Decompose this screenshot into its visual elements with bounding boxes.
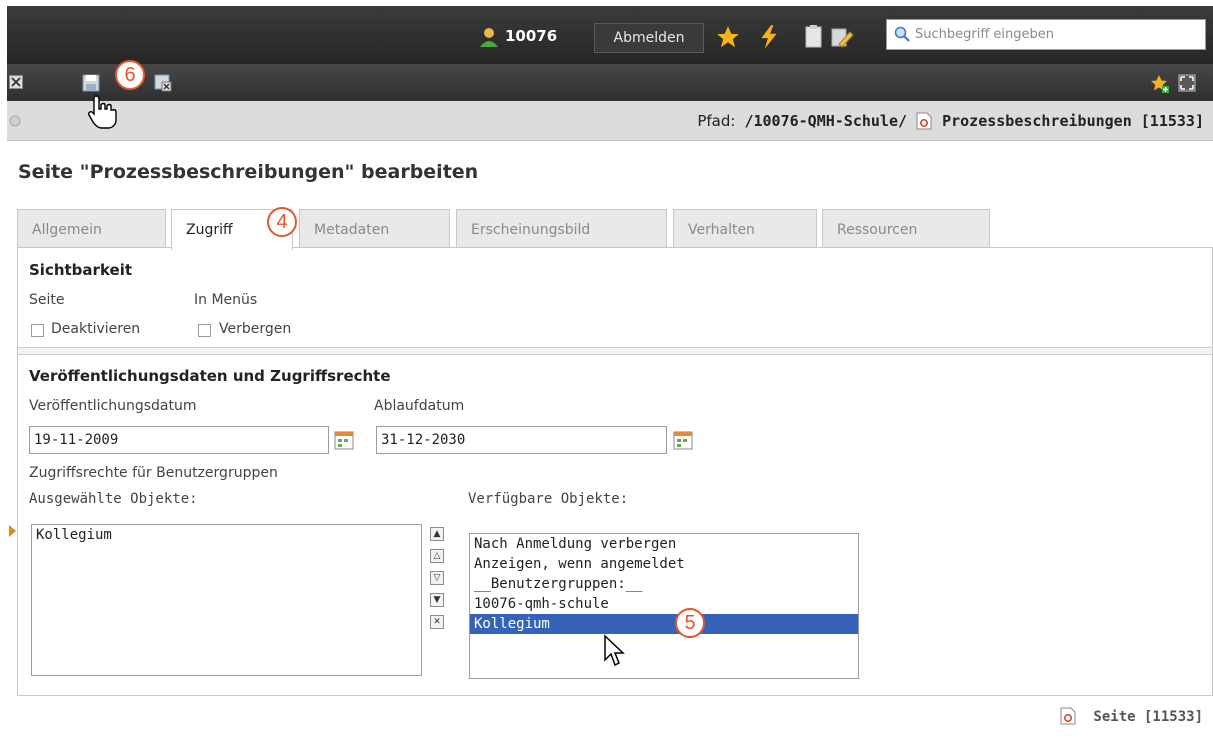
edit-page-icon[interactable] xyxy=(829,24,855,50)
visibility-heading: Sichtbarkeit xyxy=(29,261,133,279)
close-icon[interactable] xyxy=(9,75,23,89)
list-item[interactable]: Anzeigen, wenn angemeldet xyxy=(470,554,858,574)
fullscreen-icon[interactable] xyxy=(1178,74,1196,92)
hand-cursor-icon xyxy=(88,95,117,129)
callout-5: 5 xyxy=(675,608,705,638)
arrow-marker-icon xyxy=(9,525,16,537)
pub-date-field[interactable]: 19-11-2009 xyxy=(29,426,329,454)
visibility-section: Sichtbarkeit Seite In Menüs Deaktivieren… xyxy=(18,248,1212,348)
access-panel: Sichtbarkeit Seite In Menüs Deaktivieren… xyxy=(9,247,1213,696)
publishing-heading: Veröffentlichungsdaten und Zugriffsrecht… xyxy=(29,367,391,385)
move-bottom-button[interactable]: ▼ xyxy=(430,593,444,607)
path-page[interactable]: Prozessbeschreibungen [11533] xyxy=(942,112,1204,130)
available-objects-label: Verfügbare Objekte: xyxy=(468,491,629,507)
add-favorite-icon[interactable] xyxy=(1150,74,1170,94)
path-prefix[interactable]: /10076-QMH-Schule/ xyxy=(744,112,907,130)
page-title: Seite "Prozessbeschreibungen" bearbeiten xyxy=(18,161,479,183)
move-down-button[interactable]: ▽ xyxy=(430,571,444,585)
breadcrumb: Pfad: /10076-QMH-Schule/ Prozessbeschrei… xyxy=(697,112,1204,130)
pub-date-label: Veröffentlichungsdatum xyxy=(29,398,197,414)
tab-metadaten[interactable]: Metadaten xyxy=(299,209,450,248)
hide-in-menus-checkbox[interactable] xyxy=(198,324,211,337)
list-item-selected[interactable]: Kollegium xyxy=(470,614,858,634)
tab-erscheinungsbild[interactable]: Erscheinungsbild xyxy=(456,209,667,248)
move-up-button[interactable]: △ xyxy=(430,549,444,563)
path-bar: Pfad: /10076-QMH-Schule/ Prozessbeschrei… xyxy=(7,101,1213,141)
exp-date-label: Ablaufdatum xyxy=(374,398,465,414)
user-id[interactable]: 10076 xyxy=(505,27,557,45)
path-label: Pfad: xyxy=(697,112,736,130)
top-header-bar: 10076 Abmelden Suchbegriff eingeben xyxy=(7,6,1213,64)
rights-label: Zugriffsrechte für Benutzergruppen xyxy=(29,465,278,481)
publishing-section: Veröffentlichungsdaten und Zugriffsrecht… xyxy=(9,354,1212,695)
deactivate-checkbox[interactable] xyxy=(31,324,44,337)
page-icon xyxy=(916,112,932,130)
list-item[interactable]: __Benutzergruppen:__ xyxy=(470,574,858,594)
callout-6: 6 xyxy=(115,60,145,90)
page-icon xyxy=(1060,707,1076,725)
list-item[interactable]: 10076-qmh-schule xyxy=(470,594,858,614)
remove-button[interactable]: ✕ xyxy=(430,615,444,629)
exp-date-field[interactable]: 31-12-2030 xyxy=(376,426,667,454)
logout-button[interactable]: Abmelden xyxy=(594,23,704,53)
arrow-cursor-icon xyxy=(604,634,625,667)
footer-page-ref: Seite [11533] xyxy=(1060,707,1203,725)
tab-allgemein[interactable]: Allgemein xyxy=(17,209,166,248)
list-item[interactable]: Nach Anmeldung verbergen xyxy=(470,534,858,554)
star-favorites-icon[interactable] xyxy=(715,24,741,50)
visibility-col-menus: In Menüs xyxy=(194,292,258,308)
selected-objects-label: Ausgewählte Objekte: xyxy=(29,491,198,507)
edit-toolbar: 6 xyxy=(7,60,1213,129)
user-icon xyxy=(480,28,498,47)
deactivate-label: Deaktivieren xyxy=(51,321,141,337)
clipboard-icon[interactable] xyxy=(804,24,830,50)
search-input[interactable]: Suchbegriff eingeben xyxy=(886,19,1206,50)
callout-4: 4 xyxy=(267,207,297,237)
lightning-icon[interactable] xyxy=(756,24,782,50)
available-objects-list[interactable]: Nach Anmeldung verbergen Anzeigen, wenn … xyxy=(469,533,859,679)
calendar-icon[interactable] xyxy=(673,430,693,450)
save-close-icon[interactable] xyxy=(154,74,172,92)
visibility-col-page: Seite xyxy=(29,292,65,308)
move-top-button[interactable]: ▲ xyxy=(430,527,444,541)
hide-in-menus-label: Verbergen xyxy=(219,321,292,337)
info-icon[interactable] xyxy=(9,115,21,127)
footer-page-label: Seite [11533] xyxy=(1093,709,1203,725)
save-icon[interactable] xyxy=(82,74,100,92)
search-icon xyxy=(894,26,910,42)
calendar-icon[interactable] xyxy=(334,430,354,450)
selected-objects-list[interactable]: Kollegium xyxy=(31,524,422,676)
tab-ressourcen[interactable]: Ressourcen xyxy=(822,209,990,248)
list-item[interactable]: Kollegium xyxy=(32,525,421,545)
search-placeholder: Suchbegriff eingeben xyxy=(915,27,1055,42)
tab-verhalten[interactable]: Verhalten xyxy=(673,209,817,248)
